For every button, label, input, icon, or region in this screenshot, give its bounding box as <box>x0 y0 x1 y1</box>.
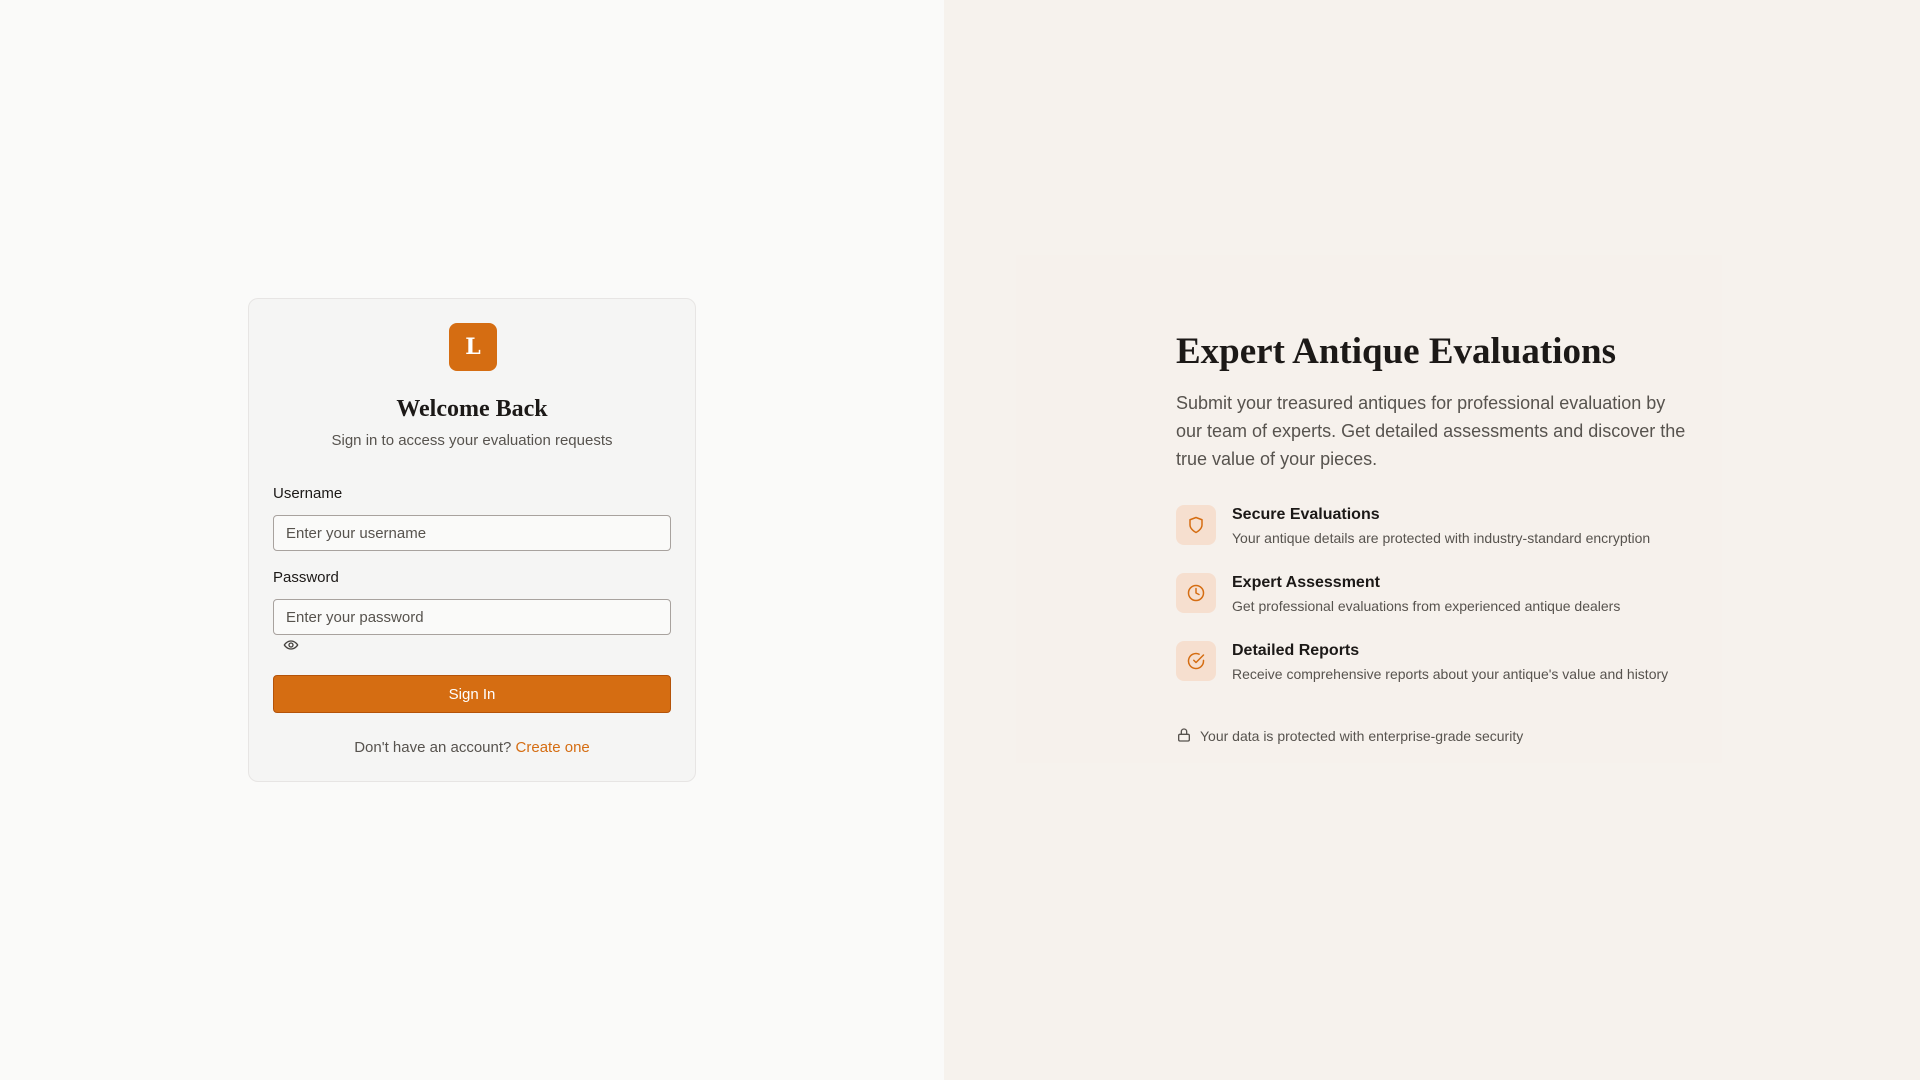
feature-description: Your antique details are protected with … <box>1232 530 1651 546</box>
signup-prompt: Don't have an account? Create one <box>249 739 695 756</box>
page-subtitle: Sign in to access your evaluation reques… <box>331 432 613 449</box>
security-note: Your data is protected with enterprise-g… <box>1176 727 1523 745</box>
check-circle-icon <box>1176 641 1216 681</box>
signup-prompt-text: Don't have an account? <box>354 739 512 756</box>
feature-description: Receive comprehensive reports about your… <box>1232 666 1669 682</box>
hero-description: Submit your treasured antiques for profe… <box>1176 393 1686 469</box>
feature-description: Get professional evaluations from experi… <box>1232 598 1621 614</box>
username-label: Username <box>273 485 343 502</box>
page-title: Welcome Back <box>396 396 548 422</box>
login-card: L Welcome Back Sign in to access your ev… <box>248 298 696 782</box>
feature-item: Detailed Reports Receive comprehensive r… <box>1176 641 1736 685</box>
feature-title: Secure Evaluations <box>1232 506 1380 523</box>
security-note-text: Your data is protected with enterprise-g… <box>1200 728 1524 744</box>
username-input[interactable] <box>273 515 671 551</box>
hero-title: Expert Antique Evaluations <box>1176 331 1616 372</box>
logo: L <box>449 323 497 371</box>
create-account-link[interactable]: Create one <box>516 739 590 756</box>
password-label: Password <box>273 569 339 586</box>
sign-in-button[interactable]: Sign In <box>273 675 671 713</box>
lock-icon <box>1176 727 1192 746</box>
password-input[interactable] <box>273 599 671 635</box>
clock-icon <box>1176 573 1216 613</box>
feature-item: Expert Assessment Get professional evalu… <box>1176 573 1736 617</box>
show-password-icon[interactable] <box>283 637 299 653</box>
shield-icon <box>1176 505 1216 545</box>
feature-title: Detailed Reports <box>1232 642 1360 659</box>
feature-title: Expert Assessment <box>1232 574 1380 591</box>
feature-item: Secure Evaluations Your antique details … <box>1176 505 1736 549</box>
